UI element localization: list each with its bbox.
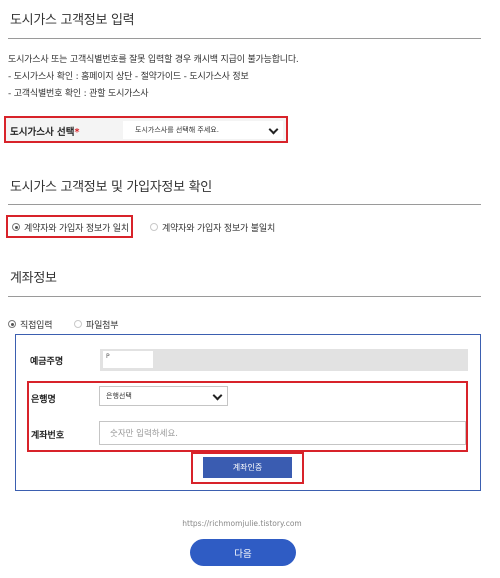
section-title-gas-info: 도시가스 고객정보 입력 <box>10 13 135 28</box>
notice-line: - 고객식별번호 확인 : 관할 도시가스사 <box>8 89 149 99</box>
depositor-label: 예금주명 <box>30 357 64 367</box>
notice-line: 도시가스사 또는 고객식별번호를 잘못 입력할 경우 캐시백 지급이 불가능합니… <box>8 55 299 65</box>
account-number-placeholder: 숫자만 입력하세요. <box>110 429 178 439</box>
radio-file-attach-label[interactable]: 파일첨부 <box>86 318 119 331</box>
next-button[interactable]: 다음 <box>190 539 296 566</box>
gas-company-label: 도시가스사 선택* <box>10 127 80 138</box>
account-number-label: 계좌번호 <box>31 431 65 441</box>
watermark-text: https://richmomjulie.tistory.com <box>182 519 302 528</box>
divider <box>8 296 481 297</box>
chevron-down-icon <box>268 124 279 135</box>
divider <box>8 204 481 205</box>
radio-mismatch-label[interactable]: 계약자와 가입자 정보가 불일치 <box>162 221 275 234</box>
depositor-value: P <box>103 351 153 368</box>
radio-direct-input-label[interactable]: 직접입력 <box>20 318 53 331</box>
section-title-account: 계좌정보 <box>10 271 57 286</box>
account-number-input[interactable]: 숫자만 입력하세요. <box>99 421 466 445</box>
radio-direct-input[interactable] <box>8 320 16 328</box>
radio-file-attach[interactable] <box>74 320 82 328</box>
bank-label: 은행명 <box>31 395 56 405</box>
account-auth-button[interactable]: 계좌인증 <box>203 457 292 478</box>
notice-line: - 도시가스사 확인 : 홈페이지 상단 - 절약가이드 - 도시가스사 정보 <box>8 72 249 82</box>
radio-match-label[interactable]: 계약자와 가입자 정보가 일치 <box>24 221 129 234</box>
section-title-verify: 도시가스 고객정보 및 가입자정보 확인 <box>10 180 212 195</box>
bank-select-value: 은행선택 <box>106 392 132 400</box>
divider <box>8 38 481 39</box>
radio-match[interactable] <box>12 223 20 231</box>
gas-company-row: 도시가스사 선택* 도시가스사를 선택해 주세요. <box>4 116 288 143</box>
required-mark: * <box>74 127 80 138</box>
depositor-field: P <box>100 349 468 371</box>
gas-company-select-value: 도시가스사를 선택해 주세요. <box>135 126 219 134</box>
chevron-down-icon <box>212 390 223 401</box>
radio-mismatch[interactable] <box>150 223 158 231</box>
bank-select[interactable]: 은행선택 <box>99 386 228 406</box>
gas-company-select[interactable]: 도시가스사를 선택해 주세요. <box>123 121 283 139</box>
notice-text: 도시가스사 또는 고객식별번호를 잘못 입력할 경우 캐시백 지급이 불가능합니… <box>8 52 488 103</box>
